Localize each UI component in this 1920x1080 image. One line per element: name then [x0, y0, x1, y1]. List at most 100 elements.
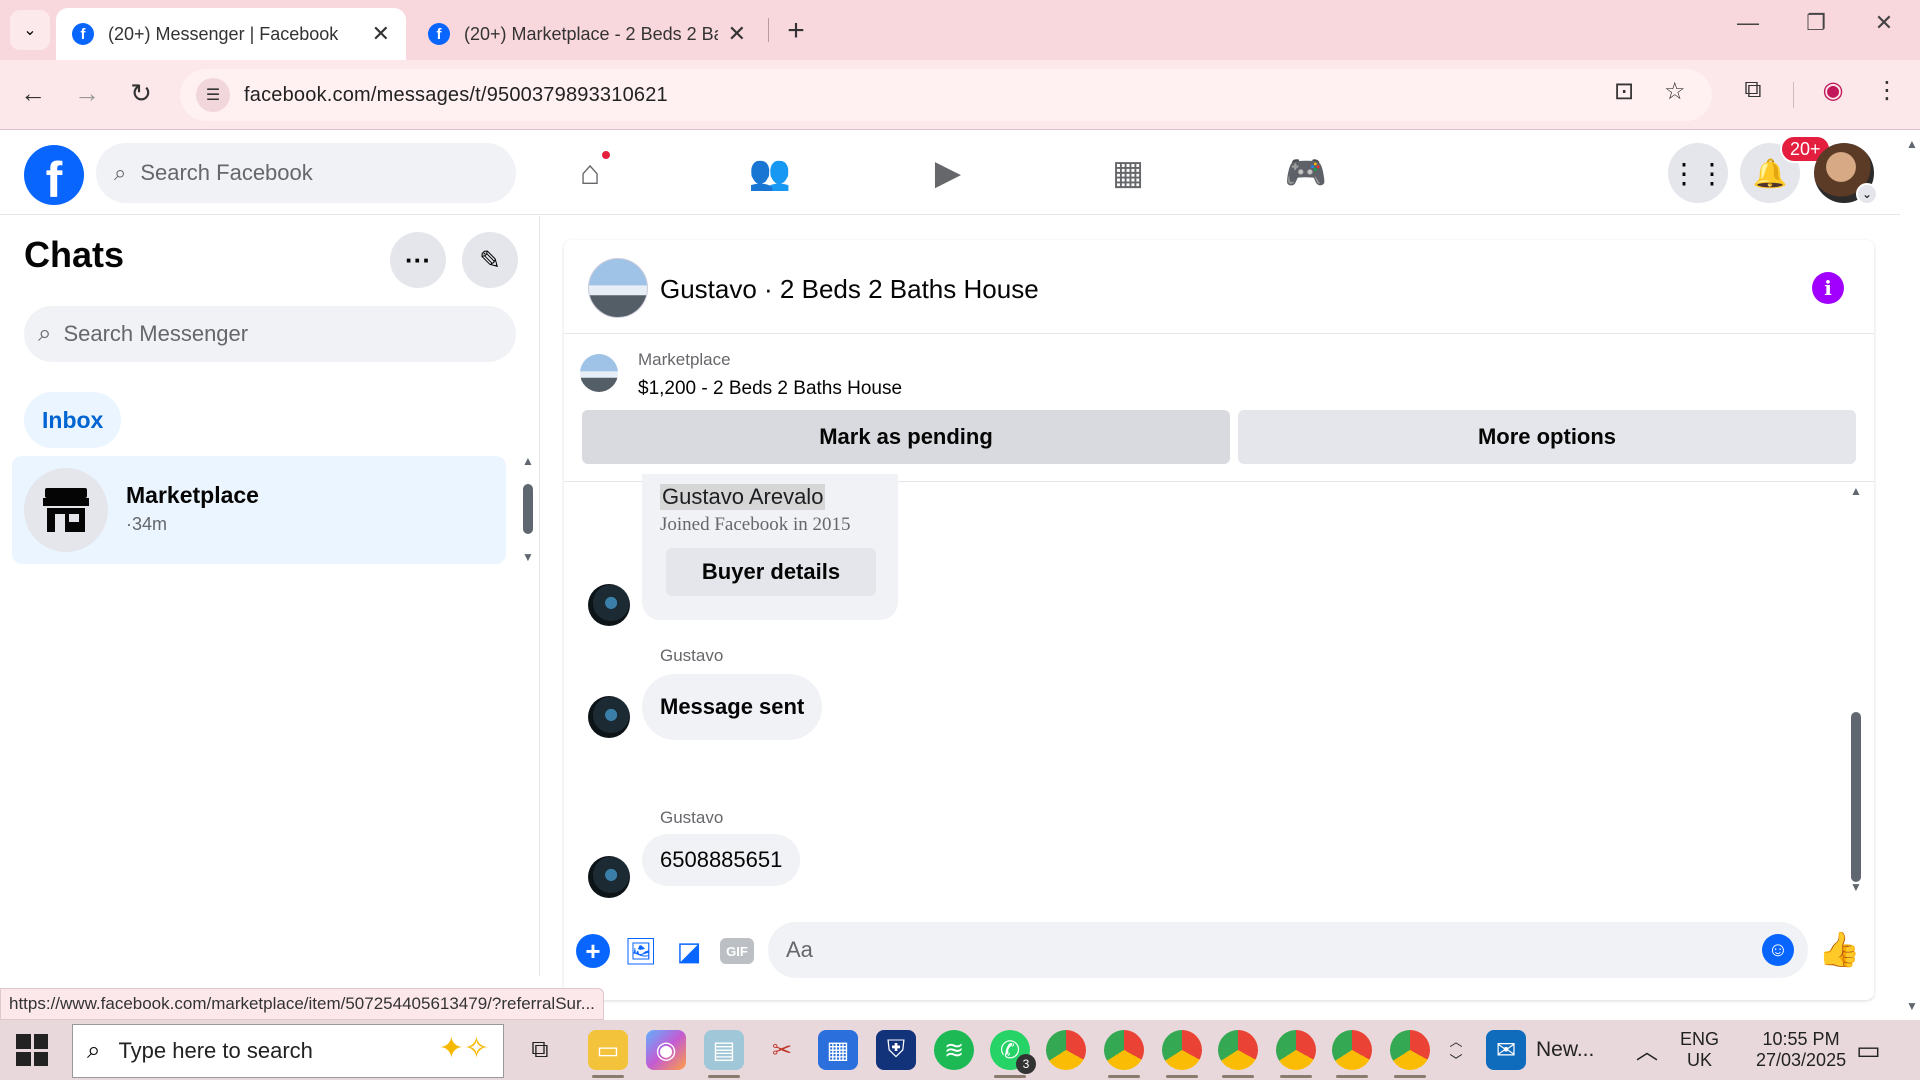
marketplace-tab[interactable]: ▦ [1098, 145, 1158, 201]
conversation-title[interactable]: Gustavo · 2 Beds 2 Baths House [660, 274, 1039, 305]
page-scrollbar[interactable]: ▲ ▼ [1902, 131, 1920, 1021]
forward-button[interactable]: → [70, 78, 104, 109]
defender-icon[interactable]: ⛨ [876, 1030, 916, 1070]
message-input[interactable] [786, 937, 1726, 963]
info-icon[interactable]: i [1812, 272, 1844, 304]
scroll-up-arrow[interactable]: ▲ [1850, 484, 1862, 498]
message-bubble[interactable]: 6508885651 [642, 834, 801, 886]
sticker-icon[interactable]: ◪ [672, 934, 706, 968]
chrome-profile-icon[interactable] [1162, 1030, 1202, 1078]
scroll-up-arrow[interactable]: ▲ [522, 454, 534, 468]
chrome-profile-icon[interactable] [1332, 1030, 1372, 1078]
emoji-icon[interactable]: ☺ [1762, 934, 1794, 966]
reload-button[interactable]: ↻ [124, 78, 158, 109]
notepad-icon[interactable]: ▤ [704, 1030, 744, 1078]
chrome-profile-icon[interactable] [1104, 1030, 1144, 1078]
minimize-button[interactable]: — [1718, 10, 1778, 36]
mark-as-pending-button[interactable]: Mark as pending [582, 410, 1230, 464]
scroll-down-arrow[interactable]: ▼ [1906, 999, 1918, 1013]
buyer-details-button[interactable]: Buyer details [666, 548, 876, 596]
file-explorer-icon[interactable]: ▭ [588, 1030, 628, 1078]
bookmark-star-icon[interactable]: ☆ [1664, 77, 1686, 106]
thumbs-up-icon[interactable]: 👍 [1818, 930, 1860, 970]
outlook-icon[interactable]: ✉ [1486, 1030, 1526, 1070]
spotify-icon[interactable]: ≋ [934, 1030, 974, 1070]
listing-title[interactable]: $1,200 - 2 Beds 2 Baths House [638, 378, 902, 400]
messenger-search[interactable]: ⌕ [24, 306, 516, 362]
url-text[interactable]: facebook.com/messages/t/9500379893310621 [244, 84, 668, 107]
chats-scrollbar[interactable]: ▲ ▼ [520, 454, 536, 564]
listing-avatar[interactable] [588, 258, 648, 318]
more-options-button[interactable]: More options [1238, 410, 1856, 464]
avatar[interactable] [588, 696, 630, 738]
close-tab-icon[interactable]: ✕ [372, 21, 390, 47]
browser-tab-bar: ⌄ f (20+) Messenger | Facebook ✕ f (20+)… [0, 0, 1920, 60]
tab-marketplace[interactable]: f (20+) Marketplace - 2 Beds 2 Ba ✕ [412, 8, 762, 60]
home-tab[interactable]: ⌂ [560, 145, 620, 201]
conversation-panel: Gustavo · 2 Beds 2 Baths House i Marketp… [564, 240, 1874, 1000]
snipping-tool-icon[interactable]: ✂ [762, 1030, 802, 1070]
close-tab-icon[interactable]: ✕ [728, 21, 746, 47]
new-tab-button[interactable]: + [780, 14, 812, 48]
notification-center-icon[interactable]: ▭ [1856, 1020, 1881, 1080]
thread-scrollbar[interactable]: ▲ ▼ [1848, 484, 1864, 894]
taskbar-search[interactable]: ⌕ Type here to search ✦✧ [72, 1024, 504, 1078]
facebook-logo[interactable]: f [24, 145, 84, 205]
scroll-up-arrow[interactable]: ▲ [1906, 137, 1918, 151]
plus-icon[interactable]: + [576, 934, 610, 968]
avatar[interactable] [588, 856, 630, 898]
install-app-icon[interactable]: ⊡ [1614, 77, 1634, 106]
chrome-profile-icon[interactable] [1276, 1030, 1316, 1078]
chat-list-item[interactable]: Marketplace ·34m [12, 456, 506, 564]
site-info-icon[interactable]: ☰ [196, 78, 230, 112]
close-window-button[interactable]: ✕ [1854, 10, 1914, 36]
chevron-down-icon: ⌄ [23, 22, 37, 39]
scroll-down-arrow[interactable]: ▼ [522, 550, 534, 564]
chrome-profile-icon[interactable] [1390, 1030, 1430, 1078]
tab-messenger[interactable]: f (20+) Messenger | Facebook ✕ [56, 8, 406, 60]
overflow-arrows[interactable]: ︿ ﹀ [1446, 1020, 1466, 1080]
outlook-label[interactable]: New... [1536, 1020, 1594, 1080]
tab-search-button[interactable]: ⌄ [10, 10, 50, 50]
chrome-profile-icon[interactable] [1218, 1030, 1258, 1078]
task-view-icon[interactable]: ⧉ [520, 1030, 560, 1070]
microsoft-store-icon[interactable]: ▦ [818, 1030, 858, 1070]
start-button[interactable] [16, 1034, 48, 1066]
back-button[interactable]: ← [16, 78, 50, 109]
friends-tab[interactable]: 👥 [740, 145, 800, 201]
avatar[interactable] [588, 584, 630, 626]
facebook-search-input[interactable] [140, 160, 441, 186]
copilot-sparkle-icon: ✦✧ [438, 1032, 489, 1065]
marketplace-icon [24, 468, 108, 552]
listing-thumbnail[interactable] [580, 354, 618, 392]
account-avatar[interactable]: ⌄ [1814, 143, 1878, 205]
gaming-tab[interactable]: 🎮 [1276, 145, 1336, 201]
restore-button[interactable]: ❐ [1786, 10, 1846, 36]
extensions-icon[interactable]: ⧉ [1736, 76, 1770, 104]
language-indicator[interactable]: ENG UK [1680, 1020, 1719, 1080]
message-input-box[interactable]: ☺ [768, 922, 1808, 978]
profile-icon[interactable]: ◉ [1816, 76, 1850, 105]
messenger-search-input[interactable] [63, 321, 464, 347]
conversation-header: Gustavo · 2 Beds 2 Baths House i [564, 240, 1874, 334]
copilot-icon[interactable]: ◉ [646, 1030, 686, 1070]
photo-icon[interactable]: 🖼 [624, 934, 658, 968]
scrollbar-thumb[interactable] [523, 484, 533, 534]
facebook-search[interactable]: ⌕ [96, 143, 516, 203]
chrome-icon[interactable] [1046, 1030, 1086, 1070]
video-tab[interactable]: ▶ [918, 145, 978, 201]
windows-logo-icon [16, 1034, 31, 1049]
hidden-icons-chevron[interactable]: ︿ [1636, 1020, 1658, 1080]
clock[interactable]: 10:55 PM 27/03/2025 [1756, 1020, 1846, 1080]
menu-grid-button[interactable]: ⋮⋮ [1668, 143, 1728, 203]
new-message-button[interactable]: ✎ [462, 232, 518, 288]
scrollbar-thumb[interactable] [1851, 712, 1861, 882]
address-bar[interactable]: ☰ facebook.com/messages/t/95003798933106… [180, 69, 1712, 121]
whatsapp-icon[interactable]: ✆ 3 [990, 1030, 1036, 1078]
gif-icon[interactable]: GIF [720, 938, 754, 964]
scroll-down-arrow[interactable]: ▼ [1850, 880, 1862, 894]
browser-menu-icon[interactable]: ⋮ [1870, 76, 1904, 105]
chat-options-button[interactable]: ··· [390, 232, 446, 288]
inbox-filter[interactable]: Inbox [24, 392, 122, 448]
message-bubble[interactable]: Message sent [642, 674, 823, 740]
